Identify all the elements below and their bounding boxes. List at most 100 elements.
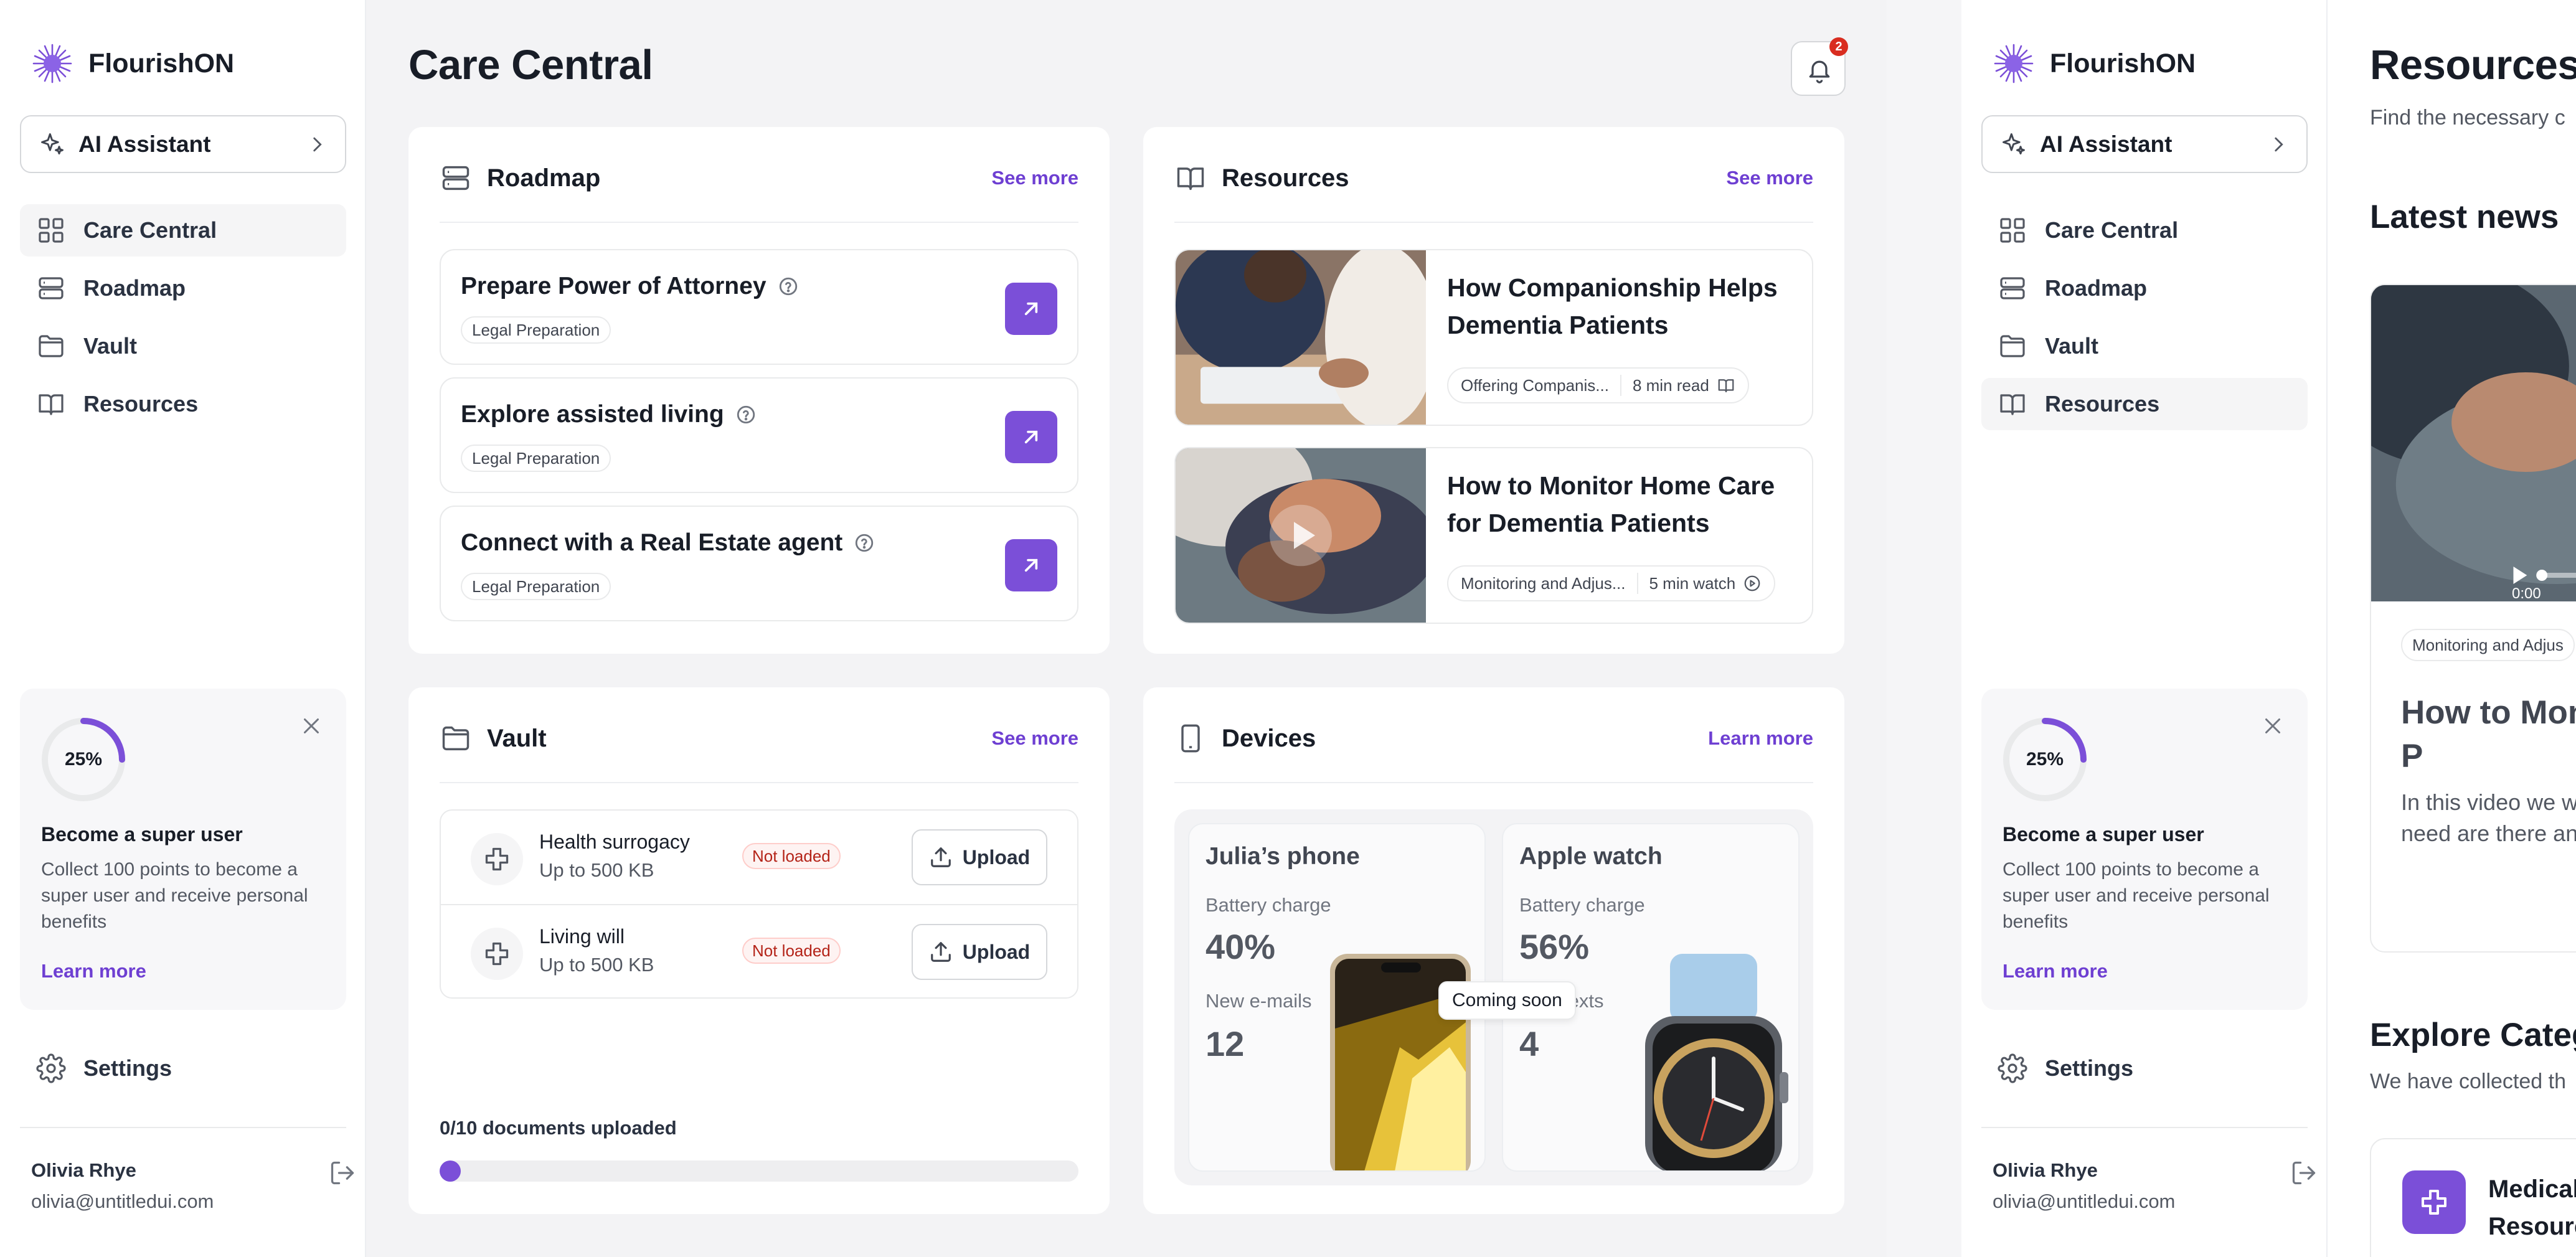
notification-badge: 2: [1829, 37, 1848, 56]
arrow-up-right-icon: [1019, 553, 1044, 578]
task-title: Explore assisted living: [461, 401, 724, 428]
super-user-promo: 25% Become a super user Collect 100 poin…: [1981, 689, 2308, 1010]
help-circle-icon[interactable]: [778, 276, 799, 297]
folder-icon: [440, 722, 472, 755]
open-task-button[interactable]: [1005, 539, 1057, 591]
roadmap-task[interactable]: Explore assisted living Legal Preparatio…: [440, 377, 1078, 493]
devices-title: Devices: [1222, 724, 1316, 752]
sidebar-item-resources[interactable]: Resources: [1981, 378, 2308, 430]
logout-icon[interactable]: [2290, 1159, 2318, 1187]
watch-image: [1645, 954, 1788, 1170]
roadmap-card: Roadmap See more Prepare Power of Attorn…: [408, 127, 1110, 654]
notifications-button[interactable]: 2: [1791, 37, 1848, 96]
divider: [1620, 375, 1621, 396]
help-circle-icon[interactable]: [854, 532, 875, 553]
resources-title: Resources: [1222, 164, 1349, 192]
devices-learn-more-link[interactable]: Learn more: [1708, 727, 1813, 750]
folder-icon: [1998, 331, 2027, 361]
brand-logo-icon: [1991, 41, 2036, 86]
sidebar-item-settings[interactable]: Settings: [20, 1042, 188, 1095]
device-label: Battery charge: [1205, 894, 1331, 916]
sidebar-item-label: Vault: [83, 333, 138, 359]
resource-meta: Monitoring and Adjus... 5 min watch: [1447, 565, 1776, 601]
device-label: Battery charge: [1519, 894, 1645, 916]
close-icon[interactable]: [2262, 715, 2284, 737]
vault-see-more-link[interactable]: See more: [991, 727, 1078, 750]
resource-meta: Offering Companis... 8 min read: [1447, 367, 1749, 403]
document-icon-badge: [471, 928, 523, 980]
sparkle-icon: [39, 131, 66, 158]
promo-learn-more-link[interactable]: Learn more: [2003, 960, 2108, 982]
arrow-up-right-icon: [1019, 296, 1044, 321]
sidebar-item-roadmap[interactable]: Roadmap: [1981, 262, 2308, 314]
upload-label: Upload: [962, 845, 1031, 869]
sidebar-item-settings[interactable]: Settings: [1981, 1042, 2149, 1095]
arrow-up-right-icon: [1019, 425, 1044, 450]
resources-see-more-link[interactable]: See more: [1726, 167, 1813, 189]
category-card[interactable]: Medical Resourc: [2370, 1138, 2576, 1257]
roadmap-see-more-link[interactable]: See more: [991, 167, 1078, 189]
task-title: Connect with a Real Estate agent: [461, 529, 843, 556]
news-card[interactable]: 0:00 Monitoring and Adjus How to Mon Dem…: [2370, 284, 2576, 953]
logout-icon[interactable]: [329, 1159, 356, 1187]
brand[interactable]: FlourishON: [1991, 41, 2196, 86]
sidebar-item-care-central[interactable]: Care Central: [20, 204, 346, 257]
roadmap-task[interactable]: Prepare Power of Attorney Legal Preparat…: [440, 249, 1078, 365]
user-profile: Olivia Rhye olivia@untitledui.com: [31, 1159, 214, 1213]
sidebar-divider: [1981, 1127, 2308, 1128]
promo-description: Collect 100 points to become a super use…: [41, 859, 308, 932]
device-name: Apple watch: [1519, 843, 1663, 870]
close-icon[interactable]: [300, 715, 323, 737]
sidebar-item-roadmap[interactable]: Roadmap: [20, 262, 346, 314]
brand[interactable]: FlourishON: [30, 41, 234, 86]
upload-icon: [929, 940, 953, 964]
coming-soon-tooltip: Coming soon: [1438, 981, 1576, 1020]
roadmap-task[interactable]: Connect with a Real Estate agent Legal P…: [440, 506, 1078, 621]
chevron-right-icon: [306, 134, 328, 155]
book-icon: [1717, 376, 1735, 395]
sidebar-item-resources[interactable]: Resources: [20, 378, 346, 430]
sidebar-item-care-central[interactable]: Care Central: [1981, 204, 2308, 257]
ai-assistant-label: AI Assistant: [78, 131, 211, 157]
news-description: In this video we w and why you need are …: [2401, 789, 2576, 846]
document-row: Living will Up to 500 KB Not loaded Uplo…: [441, 904, 1077, 997]
resources-card: Resources See more How Companionship Hel…: [1143, 127, 1844, 654]
devices-card-header: Devices Learn more: [1174, 720, 1813, 757]
resource-title: How to Monitor Home Care for Dementia Pa…: [1447, 471, 1775, 537]
user-email: olivia@untitledui.com: [31, 1190, 214, 1212]
open-task-button[interactable]: [1005, 283, 1057, 335]
upload-button[interactable]: Upload: [912, 829, 1047, 885]
resource-item[interactable]: How to Monitor Home Care for Dementia Pa…: [1174, 447, 1813, 624]
ai-assistant-button[interactable]: AI Assistant: [20, 115, 346, 173]
ai-assistant-button[interactable]: AI Assistant: [1981, 115, 2308, 173]
document-size-limit: Up to 500 KB: [539, 859, 654, 881]
sidebar-item-label: Roadmap: [2045, 275, 2148, 301]
sidebar-nav: Care Central Roadmap Vault Resources: [20, 204, 346, 436]
upload-button[interactable]: Upload: [912, 924, 1047, 980]
sidebar-item-vault[interactable]: Vault: [1981, 320, 2308, 372]
resource-thumbnail: [1176, 250, 1426, 425]
status-badge: Not loaded: [742, 938, 841, 964]
medical-cross-icon: [483, 940, 511, 967]
resource-item[interactable]: How Companionship Helps Dementia Patient…: [1174, 249, 1813, 426]
upload-label: Upload: [962, 940, 1031, 963]
device-value: 12: [1205, 1024, 1245, 1063]
category-icon-badge: [2402, 1170, 2466, 1234]
latest-news-heading: Latest news: [2370, 199, 2559, 235]
promo-title: Become a super user: [2003, 823, 2204, 845]
open-task-button[interactable]: [1005, 411, 1057, 463]
news-video[interactable]: [2371, 285, 2576, 601]
progress-knob: [440, 1160, 461, 1182]
vault-card: Vault See more Health surrogacy Up to 50…: [408, 687, 1110, 1214]
play-circle-icon: [1743, 574, 1762, 593]
sidebar-secondary: FlourishON AI Assistant Care Central Roa…: [1961, 0, 2328, 1257]
sidebar-item-label: Resources: [83, 391, 199, 417]
divider: [1174, 782, 1813, 783]
promo-learn-more-link[interactable]: Learn more: [41, 960, 146, 982]
grid-icon: [36, 215, 66, 245]
progress-percent: 25%: [2026, 749, 2064, 770]
task-title-row: Connect with a Real Estate agent: [461, 529, 875, 557]
help-circle-icon[interactable]: [735, 404, 757, 425]
roadmap-title: Roadmap: [487, 164, 601, 192]
sidebar-item-vault[interactable]: Vault: [20, 320, 346, 372]
